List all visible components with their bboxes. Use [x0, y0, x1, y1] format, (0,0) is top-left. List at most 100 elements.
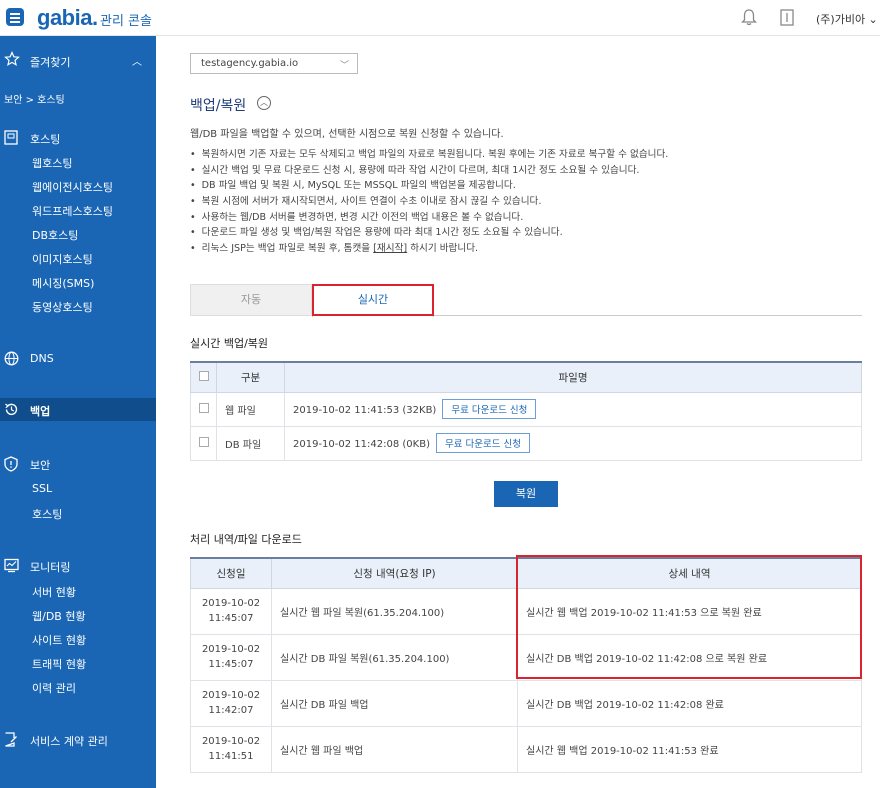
request-time: 11:42:07	[208, 705, 254, 716]
restore-button[interactable]: 복원	[494, 481, 558, 507]
sidebar: 즐겨찾기 ︿ 보안 > 호스팅 호스팅 웹호스팅 웹에이전시호스팅 워드프레스호…	[0, 36, 156, 788]
shield-icon	[4, 456, 18, 472]
menu-icon[interactable]	[6, 8, 24, 26]
request-date-cell: 2019-10-02 11:41:51	[190, 725, 272, 773]
request-time: 11:45:07	[208, 613, 254, 624]
sidebar-active-highlight	[0, 398, 156, 421]
select-all-cell	[190, 361, 217, 393]
history-section-title: 처리 내역/파일 다운로드	[190, 533, 302, 546]
console-label: 관리 콘솔	[100, 14, 152, 29]
sidebar-group-backup[interactable]: 백업	[30, 403, 50, 419]
file-type: 웹 파일	[216, 391, 285, 427]
file-cell: 2019-10-02 11:42:08 (0KB) 무료 다운로드 신청	[284, 425, 862, 461]
notice-item: DB 파일 백업 및 복원 시, MySQL 또는 MSSQL 파일의 백업본을…	[190, 177, 668, 193]
request-date-cell: 2019-10-02 11:45:07	[190, 587, 272, 635]
sidebar-item-traffic-status[interactable]: 트래픽 현황	[32, 656, 86, 672]
chevron-up-icon[interactable]: ︿	[132, 53, 142, 68]
request-time: 11:41:51	[208, 751, 254, 762]
backup-tabs: 자동 실시간	[190, 284, 862, 317]
sidebar-item-messaging[interactable]: 메시징(SMS)	[32, 275, 94, 291]
sidebar-favorites[interactable]: 즐겨찾기 ︿	[0, 50, 156, 72]
file-cell: 2019-10-02 11:41:53 (32KB) 무료 다운로드 신청	[284, 391, 862, 427]
request-detail: 실시간 웹 파일 복원(61.35.204.100)	[271, 587, 518, 635]
row-checkbox-cell	[190, 391, 217, 427]
sidebar-group-hosting[interactable]: 호스팅	[30, 131, 60, 147]
sidebar-group-contract[interactable]: 서비스 계약 관리	[30, 733, 108, 749]
document-icon[interactable]	[780, 9, 794, 26]
column-header: 파일명	[284, 361, 862, 393]
sidebar-item-server-status[interactable]: 서버 현황	[32, 584, 76, 600]
notice-text: 리눅스 JSP는 백업 파일로 복원 후, 톰캣을	[201, 243, 374, 255]
sidebar-item-site-status[interactable]: 사이트 현황	[32, 632, 86, 648]
request-date-cell: 2019-10-02 11:42:07	[190, 679, 272, 727]
realtime-section-title: 실시간 백업/복원	[190, 337, 269, 350]
sidebar-item-history[interactable]: 이력 관리	[32, 680, 76, 696]
star-icon	[4, 51, 20, 67]
restart-link[interactable]: [재시작]	[373, 243, 407, 254]
column-header: 신청일	[190, 557, 272, 589]
notice-item: 다운로드 파일 생성 및 백업/복원 작업은 용량에 따라 최대 1시간 정도 …	[190, 224, 668, 240]
sidebar-group-dns[interactable]: DNS	[30, 352, 54, 365]
page-title: 백업/복원	[190, 98, 247, 114]
table-row: 2019-10-02 11:41:51 실시간 웹 파일 백업 실시간 웹 백업 …	[190, 725, 862, 773]
sidebar-item-db-hosting[interactable]: DB호스팅	[32, 227, 78, 243]
notice-text: 하시기 바랍니다.	[407, 243, 479, 255]
table-row: DB 파일 2019-10-02 11:42:08 (0KB) 무료 다운로드 신…	[190, 425, 862, 461]
row-checkbox[interactable]	[198, 436, 209, 447]
request-date: 2019-10-02	[201, 689, 261, 701]
sidebar-group-monitoring[interactable]: 모니터링	[30, 559, 70, 575]
notice-item: 복원 시점에 서버가 재시작되면서, 사이트 연결이 수초 이내로 잠시 끊길 …	[190, 193, 668, 209]
request-date-cell: 2019-10-02 11:45:07	[190, 633, 272, 681]
select-all-checkbox[interactable]	[198, 370, 209, 381]
request-detail: 실시간 DB 파일 백업	[271, 679, 518, 727]
domain-select[interactable]: testagency.gabia.io ﹀	[190, 53, 358, 74]
sidebar-item-security-hosting[interactable]: 호스팅	[32, 506, 62, 522]
contract-icon	[5, 732, 17, 747]
realtime-table: 구분 파일명 웹 파일 2019-10-02 11:41:53 (32KB) 무료…	[190, 361, 862, 461]
request-date: 2019-10-02	[201, 735, 261, 747]
column-header: 신청 내역(요청 IP)	[271, 557, 518, 589]
favorites-label: 즐겨찾기	[30, 56, 71, 69]
top-bar: gabia. 관리 콘솔 (주)가비아 ⌄	[0, 0, 880, 36]
chevron-down-icon: ﹀	[339, 61, 349, 71]
highlight-box	[516, 555, 862, 679]
user-menu[interactable]: (주)가비아 ⌄	[816, 11, 878, 27]
domain-select-value: testagency.gabia.io	[201, 58, 299, 69]
monitor-icon	[4, 558, 19, 573]
sidebar-item-web-hosting[interactable]: 웹호스팅	[32, 155, 72, 171]
result-detail: 실시간 웹 백업 2019-10-02 11:41:53 완료	[517, 725, 862, 773]
sidebar-item-video-hosting[interactable]: 동영상호스팅	[32, 299, 93, 315]
page-description: 웹/DB 파일을 백업할 수 있으며, 선택한 시점으로 복원 신청할 수 있습…	[190, 129, 504, 140]
highlight-box	[312, 284, 434, 316]
notice-item: 복원하시면 기존 자료는 모두 삭제되고 백업 파일의 자료로 복원됩니다. 복…	[190, 146, 669, 162]
notice-list: 복원하시면 기존 자료는 모두 삭제되고 백업 파일의 자료로 복원됩니다. 복…	[190, 146, 669, 256]
sidebar-item-agency-hosting[interactable]: 웹에이전시호스팅	[32, 179, 113, 195]
sidebar-item-ssl[interactable]: SSL	[32, 482, 52, 495]
tab-auto[interactable]: 자동	[190, 284, 312, 316]
request-date: 2019-10-02	[201, 597, 261, 609]
file-type: DB 파일	[216, 425, 285, 461]
server-icon	[4, 130, 18, 145]
column-header: 구분	[216, 361, 285, 393]
request-time: 11:45:07	[208, 659, 254, 670]
file-name: 2019-10-02 11:42:08 (0KB)	[293, 439, 430, 450]
sidebar-group-security[interactable]: 보안	[30, 457, 50, 473]
bell-icon[interactable]	[741, 9, 757, 26]
file-name: 2019-10-02 11:41:53 (32KB)	[293, 405, 437, 416]
table-row: 2019-10-02 11:42:07 실시간 DB 파일 백업 실시간 DB 백…	[190, 679, 862, 727]
collapse-toggle-icon[interactable]: ︿	[257, 96, 271, 110]
logo[interactable]: gabia.	[37, 5, 98, 31]
sidebar-item-wordpress-hosting[interactable]: 워드프레스호스팅	[32, 203, 113, 219]
free-download-button[interactable]: 무료 다운로드 신청	[442, 399, 537, 419]
free-download-button[interactable]: 무료 다운로드 신청	[435, 433, 530, 453]
notice-item: 사용하는 웹/DB 서버를 변경하면, 변경 시간 이전의 백업 내용은 볼 수…	[190, 209, 668, 225]
request-detail: 실시간 웹 파일 백업	[271, 725, 518, 773]
row-checkbox[interactable]	[198, 402, 209, 413]
breadcrumb: 보안 > 호스팅	[4, 95, 65, 106]
notice-item: 실시간 백업 및 무료 다운로드 신청 시, 용량에 따라 작업 시간이 다르며…	[190, 162, 668, 178]
globe-icon	[4, 351, 19, 366]
request-detail: 실시간 DB 파일 복원(61.35.204.100)	[271, 633, 518, 681]
sidebar-item-image-hosting[interactable]: 이미지호스팅	[32, 251, 93, 267]
sidebar-item-web-db-status[interactable]: 웹/DB 현황	[32, 608, 86, 624]
row-checkbox-cell	[190, 425, 217, 461]
